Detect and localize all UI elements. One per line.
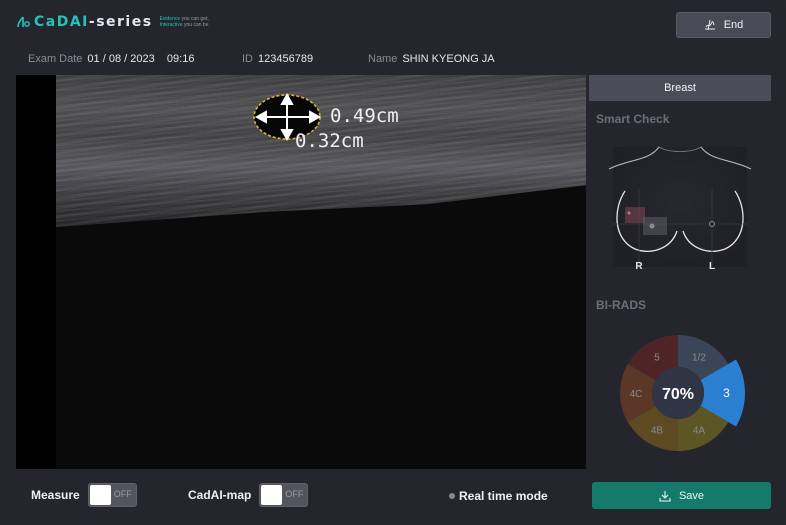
measure-height-text: 0.32cm [295, 130, 364, 152]
realtime-status-dot [449, 493, 455, 499]
birads-segment-label: 5 [654, 353, 660, 364]
birads-segment-label: 4A [693, 425, 706, 436]
region-marker-upper[interactable] [625, 207, 645, 223]
end-button-label: End [723, 19, 744, 31]
measure-width-text: 0.49cm [330, 105, 399, 127]
patient-id: ID 123456789 [242, 53, 314, 65]
left-breast-label: L [709, 261, 715, 272]
measure-toggle-group: Measure OFF [31, 483, 137, 507]
logo-text: CaDAI-series [34, 14, 153, 30]
realtime-mode-label: Real time mode [459, 489, 548, 503]
tab-breast[interactable]: Breast [589, 75, 771, 101]
cadai-map-toggle-group: CadAI-map OFF [188, 483, 309, 507]
birads-segment-label: 4C [630, 389, 643, 400]
measure-toggle[interactable]: OFF [87, 483, 137, 507]
birads-segment-label: 1/2 [692, 353, 706, 364]
end-signature-icon [704, 19, 715, 31]
right-panel: Breast Smart Check R L BI-RADS 1/2 3 4A … [589, 75, 771, 469]
cadai-map-toggle[interactable]: OFF [259, 483, 309, 507]
cadai-map-label: CadAI-map [188, 488, 252, 502]
right-breast-label: R [635, 261, 643, 272]
realtime-mode-toggle[interactable]: Real time mode [449, 489, 548, 503]
smart-check-title: Smart Check [596, 112, 670, 126]
measure-toggle-knob [89, 485, 111, 505]
birads-center-value: 70% [662, 386, 694, 403]
birads-segment-label: 3 [723, 386, 730, 400]
cadai-map-toggle-knob [261, 485, 283, 505]
cadai-map-toggle-state: OFF [285, 489, 304, 499]
measure-label: Measure [31, 488, 80, 502]
patient-name: Name SHIN KYEONG JA [368, 53, 495, 65]
birads-donut-chart[interactable]: 1/2 3 4A 4B 4C 5 70% [617, 329, 751, 463]
ultrasound-overlay: 0.49cm 0.32cm [253, 92, 399, 152]
birads-title: BI-RADS [596, 298, 646, 312]
end-button[interactable]: End [676, 12, 771, 38]
measure-toggle-state: OFF [113, 489, 132, 499]
logo-icon [17, 16, 30, 28]
save-button-label: Save [678, 489, 705, 502]
save-button[interactable]: Save [592, 482, 771, 509]
region-marker-lower[interactable] [643, 217, 667, 235]
logo-tagline: Evidence you can get, Interactive you ca… [159, 16, 209, 28]
breast-diagram[interactable]: R L [599, 139, 761, 279]
birads-segment-label: 4B [651, 425, 664, 436]
save-download-icon [659, 490, 671, 502]
cadai-logo: CaDAI-series Evidence you can get, Inter… [16, 14, 209, 30]
app-window: CaDAI-series Evidence you can get, Inter… [0, 0, 786, 525]
ultrasound-image-view[interactable]: 0.49cm 0.32cm [16, 75, 586, 469]
exam-date: Exam Date 01 / 08 / 2023 09:16 [28, 53, 195, 65]
